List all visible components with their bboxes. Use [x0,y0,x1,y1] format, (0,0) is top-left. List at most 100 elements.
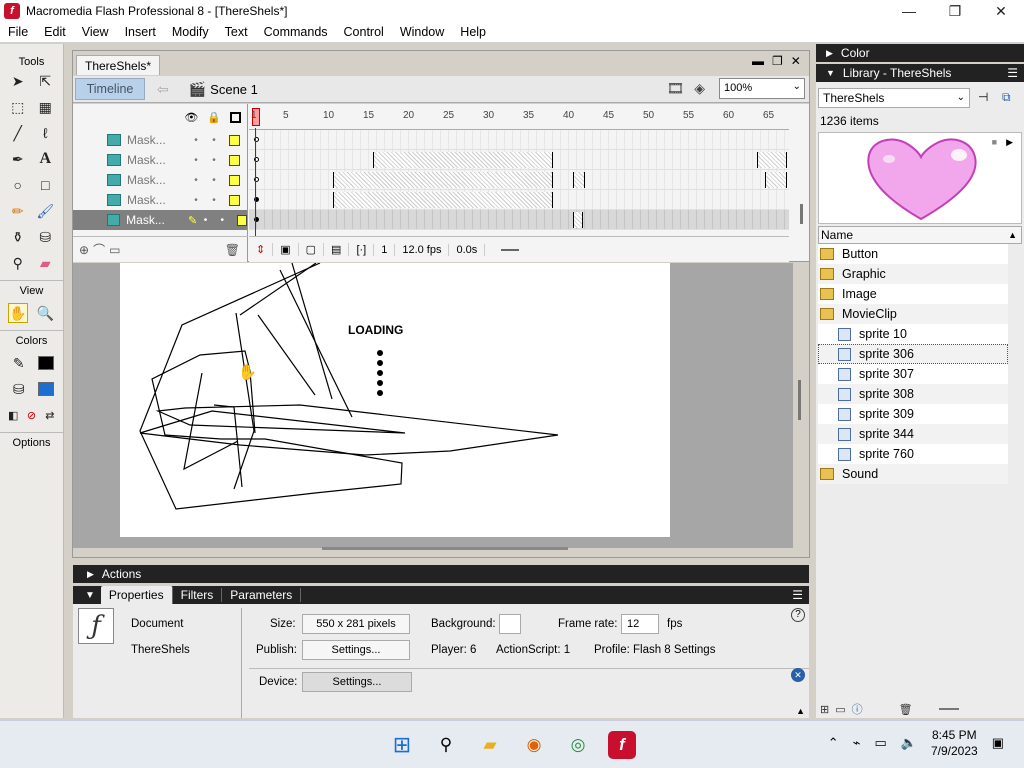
sort-order-icon[interactable]: ▲ [1008,227,1017,243]
clock[interactable]: 8:45 PM 7/9/2023 [931,727,978,759]
eye-icon[interactable]: 👁 [184,111,198,124]
onion-skin-icon[interactable]: ▣ [273,243,299,256]
frame-row[interactable] [249,170,789,190]
library-item-image-folder[interactable]: Image [818,284,1008,304]
subselection-tool-icon[interactable]: ⇱ [35,71,55,91]
delete-icon[interactable]: 🗑 [899,703,913,716]
device-settings-button[interactable]: Settings... [302,672,412,692]
outline-icon[interactable] [230,111,241,123]
stage-hscroll[interactable] [322,547,568,550]
new-symbol-icon[interactable]: ⊞ [820,703,829,716]
edit-symbols-icon[interactable]: ◈ [694,80,705,97]
menu-control[interactable]: Control [336,25,392,39]
gradient-transform-tool-icon[interactable]: ▦ [35,97,55,117]
eraser-tool-icon[interactable]: ▰ [35,253,55,273]
chrome-icon[interactable]: ◎ [564,731,592,759]
frame-ruler[interactable]: 1 5 10 15 20 25 30 35 40 45 50 55 60 65 [249,104,789,130]
menu-window[interactable]: Window [392,25,452,39]
chevron-up-icon[interactable]: ⌃ [828,735,839,751]
add-motion-guide-icon[interactable]: ⌒ [93,241,105,258]
doc-minimize-icon[interactable]: ▬ [752,54,764,68]
lock-dot[interactable]: • [214,215,231,226]
stage-area[interactable]: LOADING ✋ [73,263,793,548]
library-item-sound-folder[interactable]: Sound [818,464,1008,484]
menu-edit[interactable]: Edit [36,25,74,39]
document-tab[interactable]: ThereShels* [76,55,161,75]
panel-menu-icon[interactable]: ☰ [1007,66,1018,80]
library-item-sprite[interactable]: sprite 344 [818,424,1008,444]
stage-vscroll[interactable] [798,380,801,420]
lock-icon[interactable]: 🔒 [207,111,221,124]
file-explorer-icon[interactable]: ▰ [476,731,504,759]
library-item-sprite-selected[interactable]: sprite 306 [818,344,1008,364]
start-icon[interactable]: ⊞ [388,731,416,759]
display-icon[interactable]: ▭ [875,735,887,751]
stage[interactable]: LOADING ✋ [120,263,670,537]
pin-library-icon[interactable]: ⊣ [978,90,988,104]
collapse-triangle-icon[interactable]: ▼ [85,590,95,601]
line-tool-icon[interactable]: ╱ [8,123,28,143]
modify-onion-markers-icon[interactable]: [·] [349,243,375,256]
color-panel-header[interactable]: ▶ Color [816,44,1024,62]
properties-icon[interactable]: ⓘ [852,701,863,717]
frame-row-selected[interactable] [249,210,789,230]
visibility-dot[interactable]: • [187,135,205,146]
timeline-hscroll[interactable] [501,248,520,251]
panel-menu-icon[interactable]: ☰ [792,588,803,602]
library-item-button-folder[interactable]: Button [818,244,1008,264]
free-transform-tool-icon[interactable]: ⬚ [8,97,28,117]
tab-parameters[interactable]: Parameters [222,588,302,602]
layer-row[interactable]: Mask... • • [73,150,247,170]
frame-rate-input[interactable]: 12 [621,614,659,634]
pen-tool-icon[interactable]: ✒ [8,149,28,169]
lock-dot[interactable]: • [205,155,223,166]
rectangle-tool-icon[interactable]: □ [35,175,55,195]
library-document-select[interactable]: ThereShels ⌄ [818,88,970,108]
stop-preview-icon[interactable]: ■ [992,137,997,147]
name-column-header[interactable]: Name ▲ [818,226,1022,244]
publish-settings-button[interactable]: Settings... [302,640,410,660]
visibility-dot[interactable]: • [187,195,205,206]
menu-help[interactable]: Help [452,25,494,39]
menu-commands[interactable]: Commands [256,25,336,39]
library-item-sprite[interactable]: sprite 307 [818,364,1008,384]
library-item-sprite[interactable]: sprite 308 [818,384,1008,404]
lock-dot[interactable]: • [205,195,223,206]
onion-outline-icon[interactable]: ▢ [299,243,325,256]
no-color-icon[interactable]: ⊘ [22,405,40,425]
edit-multiple-frames-icon[interactable]: ▤ [324,243,350,256]
library-item-movieclip-folder[interactable]: MovieClip [818,304,1008,324]
background-color-swatch[interactable] [499,614,521,634]
help-icon[interactable]: ? [791,608,805,622]
visibility-dot[interactable]: • [197,215,214,226]
outline-color-swatch[interactable] [229,194,240,206]
zoom-tool-icon[interactable]: 🔍 [35,303,55,323]
tab-properties[interactable]: Properties [100,586,173,604]
volume-icon[interactable]: 🔈 [901,735,917,751]
frame-row[interactable] [249,190,789,210]
layer-row[interactable]: Mask... • • [73,170,247,190]
insert-folder-icon[interactable]: ▭ [109,243,120,257]
library-item-sprite[interactable]: sprite 10 [818,324,1008,344]
visibility-dot[interactable]: • [187,175,205,186]
visibility-dot[interactable]: • [187,155,205,166]
outline-color-swatch[interactable] [236,214,247,226]
edit-scene-icon[interactable]: 🎞 [666,80,684,97]
black-white-icon[interactable]: ◧ [4,405,22,425]
library-item-sprite[interactable]: sprite 309 [818,404,1008,424]
paint-bucket-tool-icon[interactable]: ⛁ [35,227,55,247]
tab-filters[interactable]: Filters [173,588,223,602]
outline-color-swatch[interactable] [229,174,240,186]
outline-color-swatch[interactable] [229,134,240,146]
insert-layer-icon[interactable]: ⊕ [79,243,89,257]
timeline-toggle-button[interactable]: Timeline [75,78,145,100]
text-tool-icon[interactable]: A [35,149,55,169]
doc-close-icon[interactable]: ✕ [791,54,801,68]
new-folder-icon[interactable]: ▭ [835,703,845,716]
swap-colors-icon[interactable]: ⇄ [41,405,59,425]
menu-text[interactable]: Text [217,25,256,39]
menu-view[interactable]: View [74,25,117,39]
frame-row[interactable] [249,130,789,150]
center-frame-icon[interactable]: ⇕ [249,243,274,256]
search-icon[interactable]: ⚲ [432,731,460,759]
